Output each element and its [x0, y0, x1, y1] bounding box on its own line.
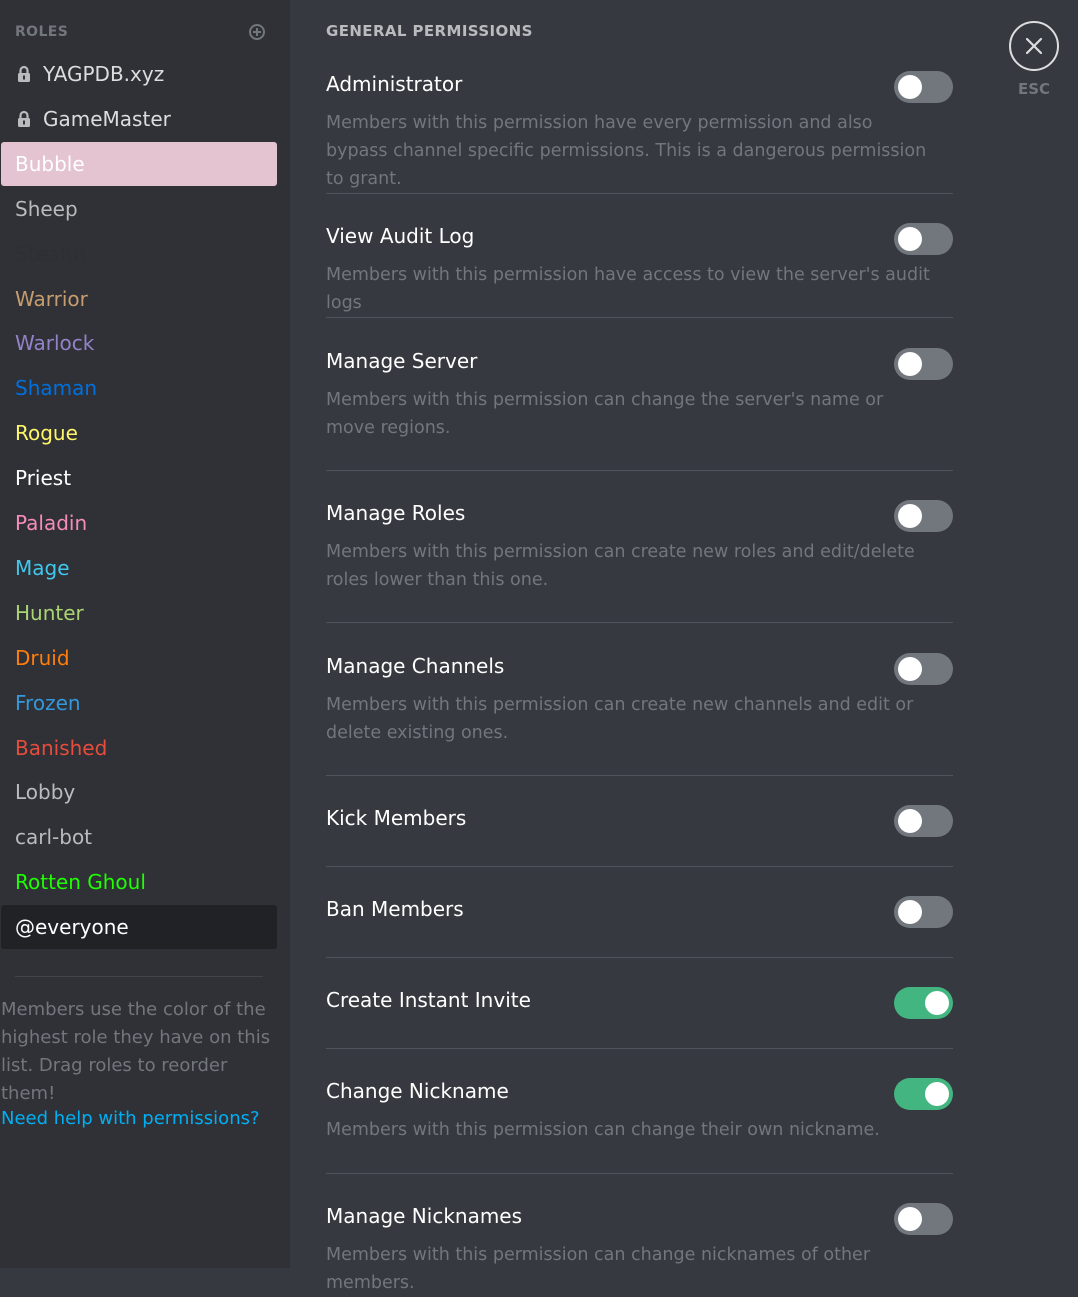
permission-description: Members with this permission can change …	[326, 390, 884, 438]
permission-divider	[326, 470, 953, 471]
permission-name: Manage Channels	[326, 654, 505, 678]
role-name: Mage	[15, 555, 70, 580]
roles-title: ROLES	[15, 24, 69, 40]
permission-divider	[326, 866, 953, 867]
toggle-knob	[925, 1082, 949, 1106]
role-item[interactable]: Bubble	[1, 141, 277, 186]
permission-description: Members with this permission can change …	[326, 1245, 871, 1293]
role-item[interactable]: Warlock	[1, 321, 277, 365]
permission-description: Members with this permission can create …	[326, 695, 914, 743]
permission-toggle[interactable]	[894, 71, 953, 103]
role-name: Stealth	[15, 241, 87, 266]
toggle-knob	[898, 1207, 922, 1231]
role-item[interactable]: Shaman	[1, 366, 277, 410]
role-name: Hunter	[15, 600, 84, 625]
role-name: carl-bot	[15, 825, 93, 850]
role-order-help-text: Members use the color of the highest rol…	[1, 999, 271, 1104]
permission-divider	[326, 193, 953, 194]
permission-name: Manage Nicknames	[326, 1204, 523, 1228]
role-item[interactable]: Rogue	[1, 411, 277, 455]
toggle-knob	[898, 227, 922, 251]
permission-divider	[326, 1173, 953, 1174]
permission-toggle[interactable]	[894, 896, 953, 928]
lock-icon	[17, 65, 31, 83]
permission-name: Kick Members	[326, 806, 467, 830]
close-button[interactable]	[1009, 21, 1059, 71]
permission-name: Manage Roles	[326, 501, 466, 525]
permission-toggle[interactable]	[894, 805, 953, 837]
role-name: Priest	[15, 466, 72, 491]
permission-divider	[326, 622, 953, 623]
permission-name: Create Instant Invite	[326, 988, 531, 1012]
role-name: Bubble	[15, 151, 85, 176]
esc-label: ESC	[1017, 80, 1051, 98]
permission-description: Members with this permission can change …	[326, 1120, 880, 1140]
permission-name: Change Nickname	[326, 1079, 509, 1103]
role-item[interactable]: Druid	[1, 636, 277, 680]
permission-toggle[interactable]	[894, 348, 953, 380]
toggle-knob	[898, 504, 922, 528]
role-name: Druid	[15, 645, 70, 670]
permission-divider	[326, 1048, 953, 1049]
permission-name: View Audit Log	[326, 224, 475, 248]
role-item[interactable]: YAGPDB.xyz	[1, 52, 277, 96]
role-name: @everyone	[15, 915, 129, 940]
role-item[interactable]: Lobby	[1, 770, 277, 814]
permission-description: Members with this permission have every …	[326, 113, 927, 189]
permission-description: Members with this permission can create …	[326, 542, 915, 590]
role-item[interactable]: Banished	[1, 726, 277, 770]
permission-toggle[interactable]	[894, 223, 953, 255]
permission-divider	[326, 957, 953, 958]
lock-icon	[17, 110, 31, 128]
role-item[interactable]: Paladin	[1, 501, 277, 545]
toggle-knob	[898, 809, 922, 833]
role-item[interactable]: Warrior	[1, 277, 277, 321]
permissions-help-link[interactable]: Need help with permissions?	[1, 1108, 260, 1129]
toggle-knob	[898, 900, 922, 924]
permission-description: Members with this permission have access…	[326, 265, 930, 313]
permission-name: Ban Members	[326, 897, 464, 921]
roles-sidebar: ROLES YAGPDB.xyz GameMaster Bubble Sheep Ste…	[0, 0, 290, 1268]
role-name: Shaman	[15, 376, 98, 401]
toggle-knob	[898, 75, 922, 99]
role-item[interactable]: Rotten Ghoul	[1, 860, 277, 904]
role-name: Frozen	[15, 690, 81, 715]
permission-toggle[interactable]	[894, 1203, 953, 1235]
role-name: GameMaster	[43, 106, 171, 131]
role-name: Paladin	[15, 511, 88, 535]
role-name: Banished	[15, 735, 108, 760]
permission-divider	[326, 775, 953, 776]
permission-name: Manage Server	[326, 349, 478, 373]
toggle-knob	[925, 991, 949, 1015]
permission-toggle[interactable]	[894, 500, 953, 532]
role-name: Rotten Ghoul	[15, 870, 146, 895]
role-item[interactable]: Stealth	[1, 232, 277, 276]
permission-name: Administrator	[326, 72, 463, 96]
role-item[interactable]: @everyone	[1, 905, 277, 950]
section-title: GENERAL PERMISSIONS	[326, 22, 533, 40]
toggle-knob	[898, 352, 922, 376]
role-item[interactable]: Mage	[1, 546, 277, 590]
role-name: Warrior	[15, 286, 88, 311]
role-item[interactable]: Sheep	[1, 187, 277, 231]
permission-toggle[interactable]	[894, 987, 953, 1019]
permission-toggle[interactable]	[894, 1078, 953, 1110]
role-item[interactable]: Frozen	[1, 681, 277, 725]
close-icon	[1025, 37, 1043, 55]
role-item[interactable]: GameMaster	[1, 97, 277, 141]
role-name: Warlock	[15, 331, 95, 356]
role-name: Lobby	[15, 780, 76, 805]
permission-toggle[interactable]	[894, 653, 953, 685]
roles-header: ROLES	[15, 22, 265, 42]
role-name: Rogue	[15, 421, 78, 446]
role-name: YAGPDB.xyz	[43, 62, 165, 86]
permission-divider	[326, 317, 953, 318]
role-item[interactable]: Priest	[1, 456, 277, 500]
role-item[interactable]: Hunter	[1, 591, 277, 635]
sidebar-divider	[15, 976, 263, 977]
plus-circle-icon[interactable]	[249, 24, 265, 40]
role-name: Sheep	[15, 196, 78, 221]
toggle-knob	[898, 657, 922, 681]
role-item[interactable]: carl-bot	[1, 815, 277, 859]
